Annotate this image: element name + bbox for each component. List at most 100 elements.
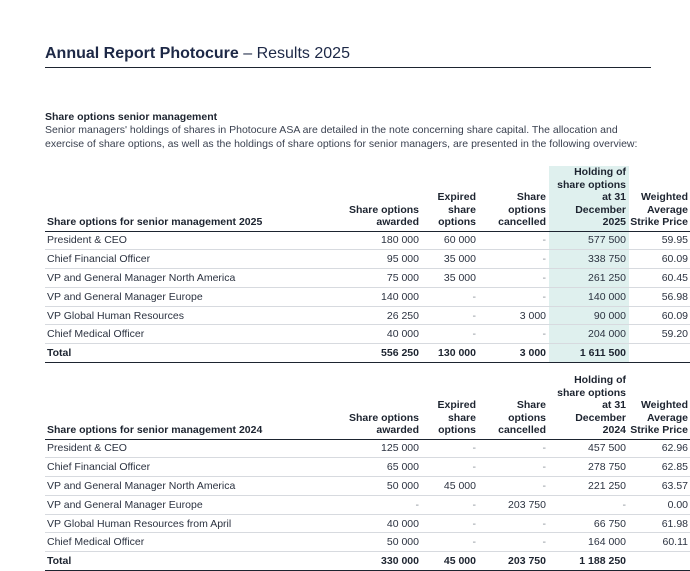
report-subtitle: – Results 2025 <box>238 45 350 62</box>
cell-cancelled: - <box>479 457 549 478</box>
total-row: Total 330 000 45 000 203 750 1 188 250 <box>45 551 690 571</box>
cell-cancelled: - <box>479 324 549 345</box>
cell-name: Chief Financial Officer <box>45 457 310 478</box>
cell-cancelled: - <box>479 532 549 553</box>
cell-name: Chief Medical Officer <box>45 532 310 553</box>
cell-cancelled: 3 000 <box>479 306 549 326</box>
cell-strike-price: 0.00 <box>629 495 690 515</box>
cell-strike-price: 60.45 <box>629 268 690 288</box>
table-row: VP and General Manager Europe - -203 750-0… <box>45 495 690 515</box>
total-cancelled: 3 000 <box>479 343 549 364</box>
cell-strike-price: 59.95 <box>629 231 690 251</box>
total-name: Total <box>45 343 310 364</box>
cell-name: VP and General Manager North America <box>45 268 310 288</box>
cell-holding: 90 000 <box>549 306 629 326</box>
cell-holding: 338 750 <box>549 249 629 270</box>
table-row: President & CEO 125 000- -457 500 62.96 <box>45 439 690 459</box>
cell-awarded: 50 000 <box>310 532 422 553</box>
cell-cancelled: - <box>479 476 549 496</box>
cell-expired: - <box>422 532 479 553</box>
cell-cancelled: - <box>479 231 549 251</box>
report-title: Annual Report Photocure <box>45 45 239 62</box>
table-row: VP and General Manager North America 50 0… <box>45 476 690 496</box>
cell-awarded: 75 000 <box>310 268 422 288</box>
cell-holding: 577 500 <box>549 231 629 251</box>
total-awarded: 330 000 <box>310 551 422 571</box>
cell-name: President & CEO <box>45 439 310 459</box>
cell-expired: - <box>422 457 479 478</box>
page-header: Annual Report Photocure – Results 2025 <box>45 45 651 68</box>
table-row: Chief Financial Officer 95 000 35 000-338 … <box>45 249 690 270</box>
total-expired: 130 000 <box>422 343 479 364</box>
cell-holding: 66 750 <box>549 514 629 534</box>
column-header-name: Share options for senior management 2025 <box>45 166 310 232</box>
cell-awarded: 140 000 <box>310 287 422 307</box>
cell-awarded: 125 000 <box>310 439 422 459</box>
cell-expired: - <box>422 514 479 534</box>
cell-holding: 164 000 <box>549 532 629 553</box>
share-options-table-2025: Share options for senior management 2025… <box>45 166 690 364</box>
cell-expired: - <box>422 495 479 515</box>
cell-strike-price: 56.98 <box>629 287 690 307</box>
cell-name: Chief Medical Officer <box>45 324 310 345</box>
table-row: VP and General Manager Europe 140 000- -14… <box>45 287 690 307</box>
column-header-strike-price: Weighted Average Strike Price <box>629 166 690 232</box>
cell-expired: - <box>422 287 479 307</box>
section-intro: Senior managers' holdings of shares in P… <box>45 124 638 150</box>
cell-awarded: 26 250 <box>310 306 422 326</box>
cell-awarded: 50 000 <box>310 476 422 496</box>
cell-holding: 221 250 <box>549 476 629 496</box>
cell-expired: 35 000 <box>422 268 479 288</box>
total-strike-price <box>629 551 690 571</box>
cell-strike-price: 61.98 <box>629 514 690 534</box>
column-header-holding: Holding of share options at 31 December … <box>549 374 629 440</box>
column-header-cancelled: Share options cancelled <box>479 166 549 232</box>
table-header-row: Share options for senior management 2024… <box>45 374 690 440</box>
cell-strike-price: 63.57 <box>629 476 690 496</box>
column-header-strike-price: Weighted Average Strike Price <box>629 374 690 440</box>
column-header-expired: Expired share options <box>422 374 479 440</box>
cell-strike-price: 59.20 <box>629 324 690 345</box>
cell-expired: - <box>422 306 479 326</box>
cell-awarded: 95 000 <box>310 249 422 270</box>
cell-name: VP Global Human Resources <box>45 306 310 326</box>
cell-holding: 204 000 <box>549 324 629 345</box>
total-strike-price <box>629 343 690 364</box>
column-header-holding: Holding of share options at 31 December … <box>549 166 629 232</box>
cell-strike-price: 62.85 <box>629 457 690 478</box>
total-holding: 1 188 250 <box>549 551 629 571</box>
cell-strike-price: 60.09 <box>629 249 690 270</box>
table-row: President & CEO 180 000 60 000-577 500 59.9… <box>45 231 690 251</box>
total-name: Total <box>45 551 310 571</box>
total-holding: 1 611 500 <box>549 343 629 364</box>
table-row: Chief Financial Officer 65 000- -278 750 62… <box>45 457 690 478</box>
column-header-cancelled: Share options cancelled <box>479 374 549 440</box>
column-header-expired: Expired share options <box>422 166 479 232</box>
table-row: VP and General Manager North America 75 0… <box>45 268 690 288</box>
cell-name: VP and General Manager North America <box>45 476 310 496</box>
column-header-name: Share options for senior management 2024 <box>45 374 310 440</box>
cell-cancelled: - <box>479 439 549 459</box>
table-row: Chief Medical Officer 50 000- -164 000 60.1… <box>45 532 690 553</box>
cell-holding: 261 250 <box>549 268 629 288</box>
cell-awarded: 40 000 <box>310 514 422 534</box>
cell-cancelled: - <box>479 249 549 270</box>
cell-awarded: - <box>310 495 422 515</box>
cell-holding: 140 000 <box>549 287 629 307</box>
cell-strike-price: 60.11 <box>629 532 690 553</box>
cell-name: VP and General Manager Europe <box>45 495 310 515</box>
column-header-awarded: Share options awarded <box>310 166 422 232</box>
section-heading: Share options senior management <box>45 111 218 123</box>
cell-awarded: 180 000 <box>310 231 422 251</box>
table-header-row: Share options for senior management 2025… <box>45 166 690 232</box>
cell-holding: 457 500 <box>549 439 629 459</box>
total-row: Total 556 250 130 000 3 000 1 611 500 <box>45 343 690 364</box>
cell-holding: - <box>549 495 629 515</box>
table-row: VP Global Human Resources from April 40 0… <box>45 514 690 534</box>
total-cancelled: 203 750 <box>479 551 549 571</box>
total-expired: 45 000 <box>422 551 479 571</box>
cell-awarded: 40 000 <box>310 324 422 345</box>
cell-cancelled: 203 750 <box>479 495 549 515</box>
column-header-awarded: Share options awarded <box>310 374 422 440</box>
cell-expired: - <box>422 439 479 459</box>
